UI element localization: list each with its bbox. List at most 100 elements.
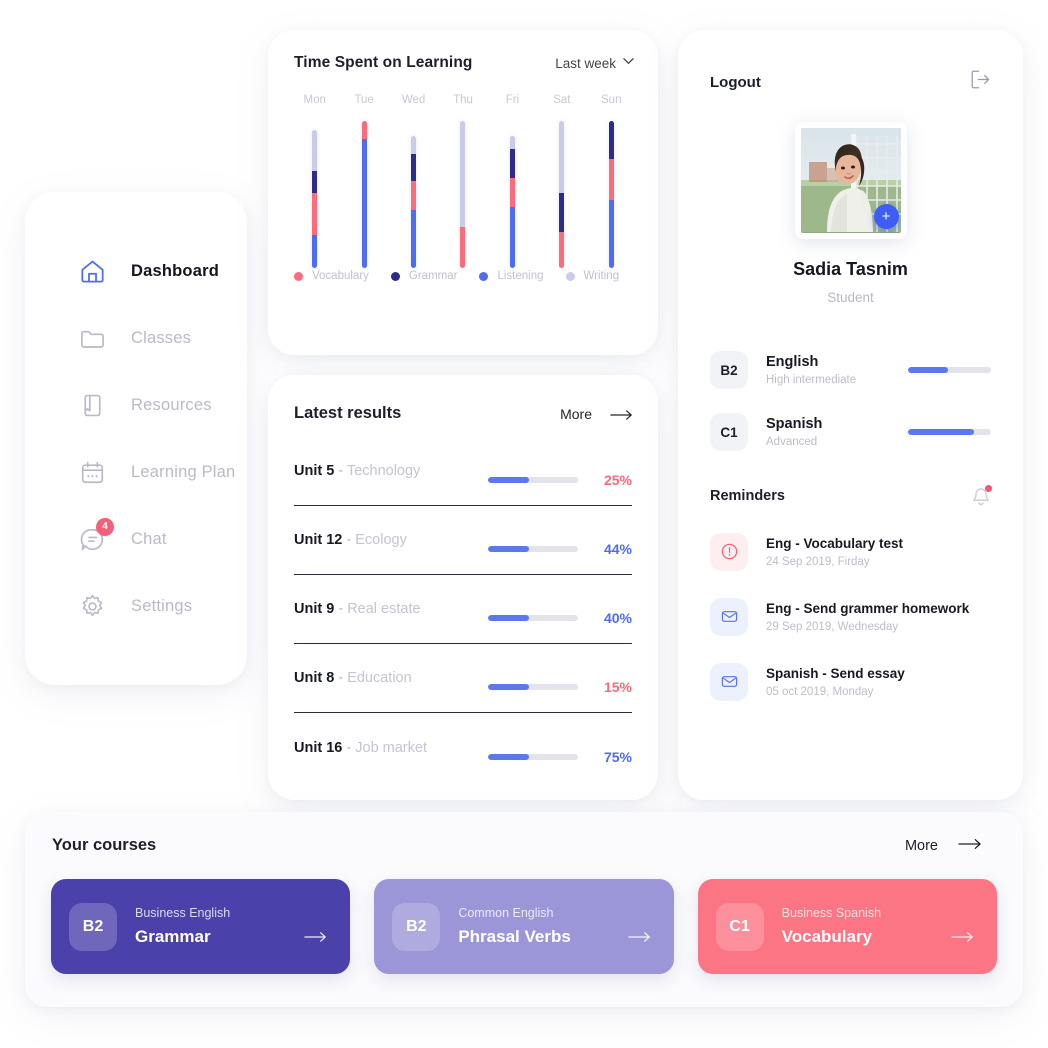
chart-range-label: Last week [555,55,616,71]
language-levels-list: B2 English High intermediate C1 Spanish Advan… [678,339,1023,463]
result-name: Unit 5 - Technology [294,463,488,479]
course-level-badge: B2 [69,902,117,951]
arrow-right-icon [627,930,652,948]
progress-track [488,615,578,621]
language-text: English High intermediate [766,354,908,386]
user-name: Sadia Tasnim [793,259,908,279]
language-row: C1 Spanish Advanced [710,401,991,463]
arrow-right-icon [958,837,983,855]
reminder-title: Eng - Vocabulary test [766,535,904,551]
chevron-down-icon [623,57,634,66]
chart-bar-segment-writing [411,136,417,155]
chart-bar-segment-vocabulary [559,232,565,268]
sidebar-item-dashboard[interactable]: Dashboard [25,238,247,305]
your-courses-card: Your courses More B2 Business English Gram… [25,812,1023,1007]
chart-bar-segment-vocabulary [312,193,318,235]
reminder-row[interactable]: Eng - Vocabulary test 24 Sep 2019, Firday [710,519,991,584]
result-separator: - [346,532,352,548]
time-spent-chart-card: Time Spent on Learning Last week Mon Tue W… [268,30,658,355]
result-row[interactable]: Unit 16 - Job market 75% [294,713,632,782]
chart-bar-segment-writing [509,136,515,150]
sidebar-item-label: Learning Plan [131,463,236,481]
courses-more-button[interactable]: More [905,837,983,855]
chart-bar-column [537,118,586,268]
chart-bar-segment-listening [608,200,614,268]
progress-track [488,546,578,552]
legend-dot-grammar [390,271,400,281]
chart-day-label: Tue [354,94,374,106]
mail-icon [710,662,748,701]
result-row[interactable]: Unit 8 - Education 15% [294,644,632,713]
courses-title: Your courses [52,836,157,854]
result-progress [488,546,578,552]
sidebar-item-label: Dashboard [131,262,219,280]
chart-bar [312,130,318,268]
chat-icon: 4 [77,517,114,555]
result-row[interactable]: Unit 5 - Technology 25% [294,437,632,506]
notification-bell-button[interactable] [971,485,992,507]
legend-dot-vocabulary [294,271,303,281]
results-title: Latest results [294,404,402,422]
notification-dot [985,485,992,492]
result-row[interactable]: Unit 12 - Ecology 44% [294,506,632,575]
logout-row[interactable]: Logout [678,30,1023,94]
course-card[interactable]: C1 Business Spanish Vocabulary [697,879,997,974]
add-photo-button[interactable]: + [873,204,899,229]
course-text: Common English Phrasal Verbs [458,906,570,947]
result-name: Unit 12 - Ecology [294,532,488,548]
language-level-badge: B2 [710,351,748,389]
chart-bars [268,106,658,268]
result-separator: - [338,463,344,479]
result-percent: 40% [603,610,632,626]
legend-label: Listening [497,270,544,282]
logout-icon[interactable] [970,70,991,94]
chart-range-dropdown[interactable]: Last week [555,55,634,71]
progress-track [488,753,578,760]
courses-grid: B2 Business English Grammar B2 Common Englis… [25,855,1023,974]
results-more-button[interactable]: More [560,406,632,422]
sidebar-item-chat[interactable]: 4 Chat [25,506,247,573]
chart-bar-column [587,118,636,268]
sidebar-item-classes[interactable]: Classes [25,305,247,372]
language-level-badge: C1 [710,413,748,451]
progress-fill [488,477,529,483]
result-progress [488,753,578,760]
chart-day-label: Mon [303,94,326,106]
avatar: + [794,122,907,239]
user-role: Student [827,290,874,305]
chart-bar [559,121,565,268]
legend-dot-listening [479,271,489,281]
arrow-right-icon [304,930,328,948]
reminder-row[interactable]: Eng - Send grammer homework 29 Sep 2019, … [710,584,991,649]
logout-label: Logout [710,73,761,91]
sidebar-item-resources[interactable]: Resources [25,372,247,439]
sidebar-item-label: Resources [131,396,212,414]
chart-bar-column [389,118,438,268]
chart-bar-segment-vocabulary [509,178,515,208]
progress-fill [908,429,975,435]
chart-day-label: Wed [401,94,426,106]
reminder-date: 24 Sep 2019, Firday [766,555,870,568]
result-unit: Unit 5 [294,463,335,479]
course-card[interactable]: B2 Common English Phrasal Verbs [374,879,674,974]
chart-bar-segment-writing [559,121,565,193]
chart-day-label: Fri [505,94,520,106]
result-row[interactable]: Unit 9 - Real estate 40% [294,575,632,644]
sidebar-item-learning-plan[interactable]: Learning Plan [25,439,247,506]
courses-header: Your courses More [25,812,1023,855]
result-percent: 44% [603,541,632,557]
chart-bar-segment-grammar [312,171,318,194]
sidebar-item-settings[interactable]: Settings [25,573,247,640]
chat-unread-badge: 4 [96,517,114,536]
gear-icon [77,592,107,622]
reminder-row[interactable]: Spanish - Send essay 05 oct 2019, Monday [710,649,991,714]
progress-track [488,477,578,483]
result-name: Unit 16 - Job market [294,740,488,756]
language-sublabel: High intermediate [766,374,857,386]
progress-fill [488,684,529,690]
chart-day-label: Sat [553,94,571,106]
reminder-date: 29 Sep 2019, Wednesday [766,620,899,633]
chart-bar [361,121,367,268]
results-more-label: More [560,405,592,422]
course-card[interactable]: B2 Business English Grammar [51,879,351,974]
